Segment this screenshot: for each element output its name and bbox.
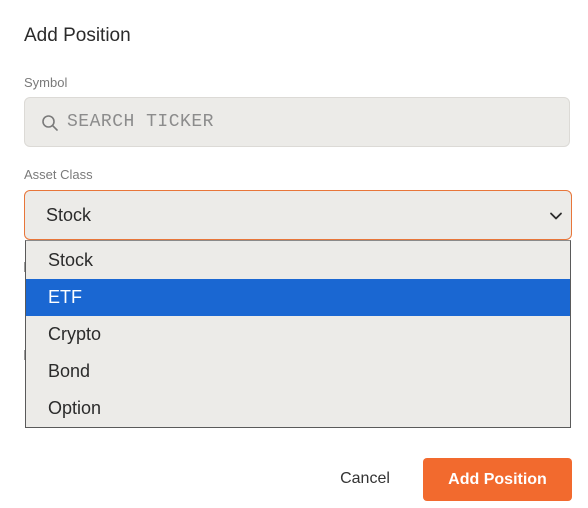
asset-class-dropdown: Stock ETF Crypto Bond Option xyxy=(25,240,571,428)
symbol-label: Symbol xyxy=(24,75,68,90)
dialog-title: Add Position xyxy=(24,25,131,46)
cancel-button[interactable]: Cancel xyxy=(320,458,410,500)
symbol-search-input[interactable] xyxy=(67,98,547,146)
add-position-button[interactable]: Add Position xyxy=(423,458,572,501)
chevron-down-icon xyxy=(550,212,562,220)
option-stock[interactable]: Stock xyxy=(26,242,570,279)
asset-class-select[interactable]: Stock xyxy=(24,190,572,240)
option-bond[interactable]: Bond xyxy=(26,353,570,390)
search-icon xyxy=(42,115,58,131)
option-etf[interactable]: ETF xyxy=(26,279,570,316)
option-option[interactable]: Option xyxy=(26,390,570,427)
asset-class-label: Asset Class xyxy=(24,167,93,182)
add-position-dialog: Add Position Symbol Asset Class Stock St… xyxy=(0,0,588,508)
asset-class-selected-value: Stock xyxy=(46,205,92,225)
symbol-search-box[interactable] xyxy=(24,97,570,147)
option-crypto[interactable]: Crypto xyxy=(26,316,570,353)
